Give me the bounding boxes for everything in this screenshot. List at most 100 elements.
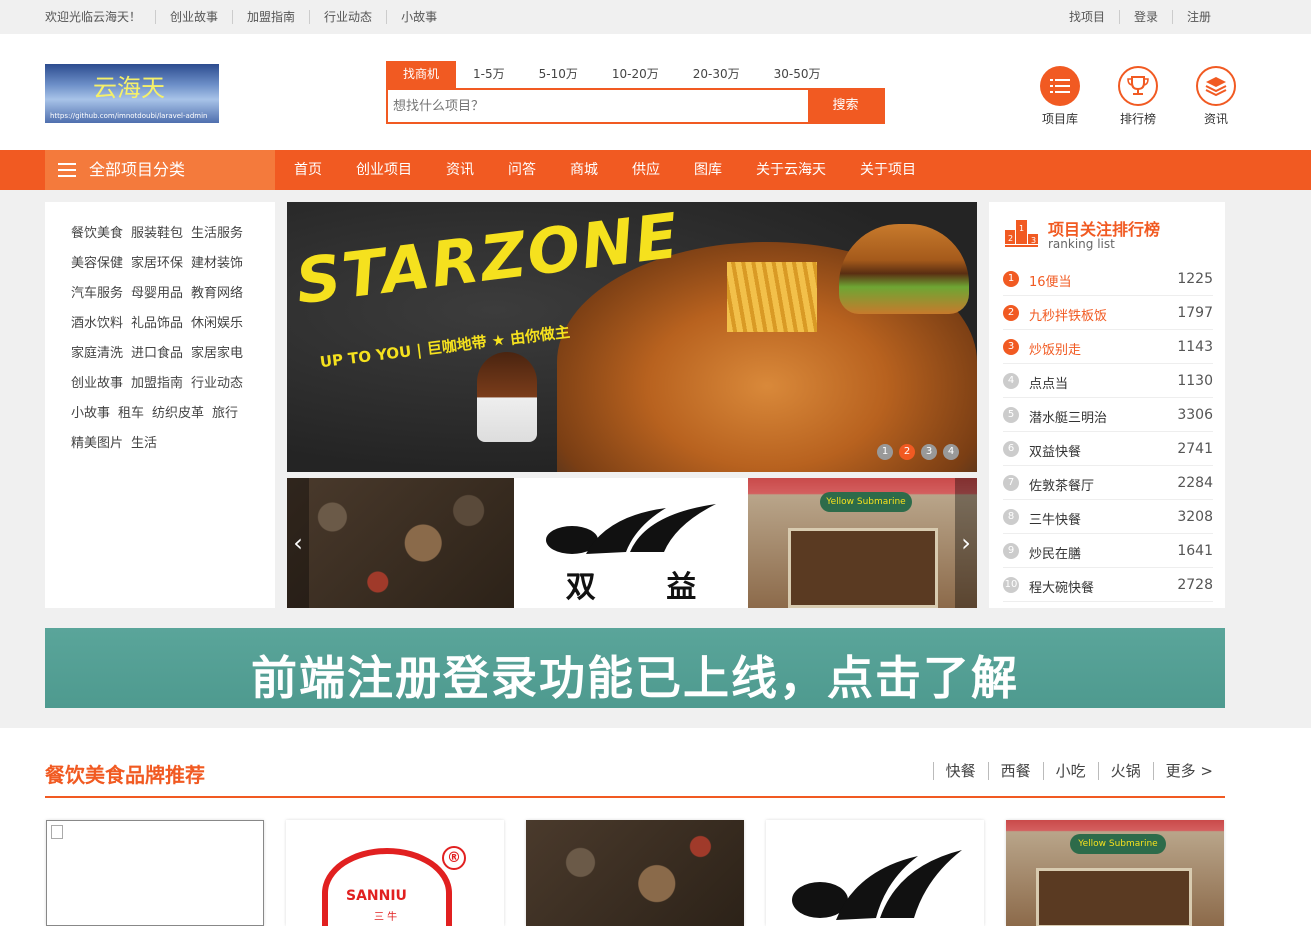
- nav-item-supply[interactable]: 供应: [615, 150, 677, 190]
- ranking-row[interactable]: 9 炒民在膳 1641: [1003, 534, 1213, 568]
- search-box: 搜索: [386, 88, 885, 124]
- rank-name[interactable]: 潜水艇三明治: [1029, 407, 1107, 426]
- category-item[interactable]: 礼品饰品: [131, 309, 183, 339]
- section-link-more[interactable]: 更多 >: [1152, 762, 1225, 780]
- banner-dot[interactable]: 4: [943, 444, 959, 460]
- category-item[interactable]: 餐饮美食: [71, 219, 123, 249]
- ranking-row[interactable]: 4 点点当 1130: [1003, 364, 1213, 398]
- category-item[interactable]: 纺织皮革: [152, 399, 204, 429]
- brand-card-sanniu[interactable]: SANNIU 三 牛 ®: [286, 820, 504, 926]
- category-panel: 餐饮美食 服装鞋包 生活服务 美容保健 家居环保 建材装饰 汽车服务 母婴用品 教育网络 酒…: [45, 202, 275, 608]
- top-link-short-stories[interactable]: 小故事: [386, 10, 451, 24]
- category-item[interactable]: 加盟指南: [131, 369, 183, 399]
- nav-item-about-project[interactable]: 关于项目: [843, 150, 933, 190]
- nav-item-projects[interactable]: 创业项目: [339, 150, 429, 190]
- site-logo[interactable]: 云海天 https://github.com/imnotdoubi/larave…: [45, 64, 219, 123]
- search-tab-5-10w[interactable]: 5-10万: [522, 61, 595, 88]
- banner-dot[interactable]: 1: [877, 444, 893, 460]
- rank-name[interactable]: 程大碗快餐: [1029, 577, 1094, 596]
- nav-item-news[interactable]: 资讯: [429, 150, 491, 190]
- nav-item-home[interactable]: 首页: [277, 150, 339, 190]
- category-item[interactable]: 精美图片: [71, 429, 123, 459]
- hero-banner[interactable]: STARZONE UP TO YOU | 巨咖地带 ★ 由你做主 1 2 3 4: [287, 202, 977, 472]
- ranking-row[interactable]: 10 程大碗快餐 2728: [1003, 568, 1213, 602]
- promo-banner[interactable]: 前端注册登录功能已上线，点击了解: [45, 628, 1225, 708]
- category-item[interactable]: 家居环保: [131, 249, 183, 279]
- rank-name[interactable]: 16便当: [1029, 271, 1072, 290]
- rank-name[interactable]: 九秒拌铁板饭: [1029, 305, 1107, 324]
- category-item[interactable]: 行业动态: [191, 369, 243, 399]
- top-link-industry-news[interactable]: 行业动态: [309, 10, 386, 24]
- rank-name[interactable]: 佐敦茶餐厅: [1029, 475, 1094, 494]
- category-item[interactable]: 母婴用品: [131, 279, 183, 309]
- category-item[interactable]: 进口食品: [131, 339, 183, 369]
- section-link-fastfood[interactable]: 快餐: [932, 762, 988, 780]
- nav-item-qa[interactable]: 问答: [491, 150, 553, 190]
- category-item[interactable]: 家庭清洗: [71, 339, 123, 369]
- thumbnail-submarine[interactable]: Yellow Submarine: [748, 478, 977, 608]
- category-item[interactable]: 汽车服务: [71, 279, 123, 309]
- ranking-row[interactable]: 8 三牛快餐 3208: [1003, 500, 1213, 534]
- thumbnail-shuangyi[interactable]: 双 益: [514, 478, 748, 608]
- category-item[interactable]: 租车: [118, 399, 144, 429]
- section-link-hotpot[interactable]: 火锅: [1097, 762, 1153, 780]
- burger-image: [839, 224, 969, 314]
- category-item[interactable]: 教育网络: [191, 279, 243, 309]
- brand-card-clams[interactable]: [526, 820, 744, 926]
- brand-card-broken-image[interactable]: [46, 820, 264, 926]
- search-tab-30-50w[interactable]: 30-50万: [757, 61, 838, 88]
- banner-pagination: 1 2 3 4: [877, 444, 965, 460]
- brand-card-shuangyi[interactable]: [766, 820, 984, 926]
- brand-card-submarine[interactable]: Yellow Submarine: [1006, 820, 1224, 926]
- thumbnail-clams[interactable]: [287, 478, 514, 608]
- ranking-row[interactable]: 2 九秒拌铁板饭 1797: [1003, 296, 1213, 330]
- rank-name[interactable]: 双益快餐: [1029, 441, 1081, 460]
- quicklink-project-library[interactable]: 项目库: [1021, 66, 1099, 127]
- section-divider: [45, 796, 1225, 798]
- category-item[interactable]: 生活服务: [191, 219, 243, 249]
- ranking-row[interactable]: 6 双益快餐 2741: [1003, 432, 1213, 466]
- storefront-door: [1036, 868, 1192, 926]
- category-item[interactable]: 酒水饮料: [71, 309, 123, 339]
- ranking-row[interactable]: 7 佐敦茶餐厅 2284: [1003, 466, 1213, 500]
- search-tab-20-30w[interactable]: 20-30万: [676, 61, 757, 88]
- section-link-western[interactable]: 西餐: [987, 762, 1043, 780]
- nav-item-gallery[interactable]: 图库: [677, 150, 739, 190]
- ranking-row[interactable]: 5 潜水艇三明治 3306: [1003, 398, 1213, 432]
- category-item[interactable]: 家居家电: [191, 339, 243, 369]
- register-link[interactable]: 注册: [1171, 10, 1225, 24]
- banner-dot-active[interactable]: 2: [899, 444, 915, 460]
- category-item[interactable]: 生活: [131, 429, 157, 459]
- search-button[interactable]: 搜索: [808, 90, 883, 122]
- rank-name[interactable]: 炒饭别走: [1029, 339, 1081, 358]
- quicklink-news[interactable]: 资讯: [1177, 66, 1255, 127]
- rank-name[interactable]: 炒民在膳: [1029, 543, 1081, 562]
- ranking-row[interactable]: 1 16便当 1225: [1003, 262, 1213, 296]
- banner-dot[interactable]: 3: [921, 444, 937, 460]
- category-item[interactable]: 旅行: [212, 399, 238, 429]
- all-categories-button[interactable]: 全部项目分类: [45, 150, 275, 190]
- quicklink-ranking[interactable]: 排行榜: [1099, 66, 1177, 127]
- nav-item-about-site[interactable]: 关于云海天: [739, 150, 843, 190]
- category-item[interactable]: 美容保健: [71, 249, 123, 279]
- top-link-stories[interactable]: 创业故事: [155, 10, 232, 24]
- nav-item-mall[interactable]: 商城: [553, 150, 615, 190]
- category-item[interactable]: 创业故事: [71, 369, 123, 399]
- find-project-link[interactable]: 找项目: [1069, 10, 1119, 24]
- login-link[interactable]: 登录: [1118, 10, 1172, 24]
- top-link-franchise-guide[interactable]: 加盟指南: [232, 10, 309, 24]
- category-item[interactable]: 小故事: [71, 399, 110, 429]
- search-tab-1-5w[interactable]: 1-5万: [456, 61, 522, 88]
- category-item[interactable]: 建材装饰: [191, 249, 243, 279]
- section-link-snacks[interactable]: 小吃: [1042, 762, 1098, 780]
- search-tab-business[interactable]: 找商机: [386, 61, 457, 88]
- category-item[interactable]: 服装鞋包: [131, 219, 183, 249]
- category-item[interactable]: 休闲娱乐: [191, 309, 243, 339]
- carousel-next-arrow[interactable]: ›: [955, 478, 977, 608]
- rank-name[interactable]: 三牛快餐: [1029, 509, 1081, 528]
- search-input[interactable]: [388, 90, 808, 122]
- rank-name[interactable]: 点点当: [1029, 373, 1068, 392]
- carousel-prev-arrow[interactable]: ‹: [287, 478, 309, 608]
- search-tab-10-20w[interactable]: 10-20万: [595, 61, 676, 88]
- ranking-row[interactable]: 3 炒饭别走 1143: [1003, 330, 1213, 364]
